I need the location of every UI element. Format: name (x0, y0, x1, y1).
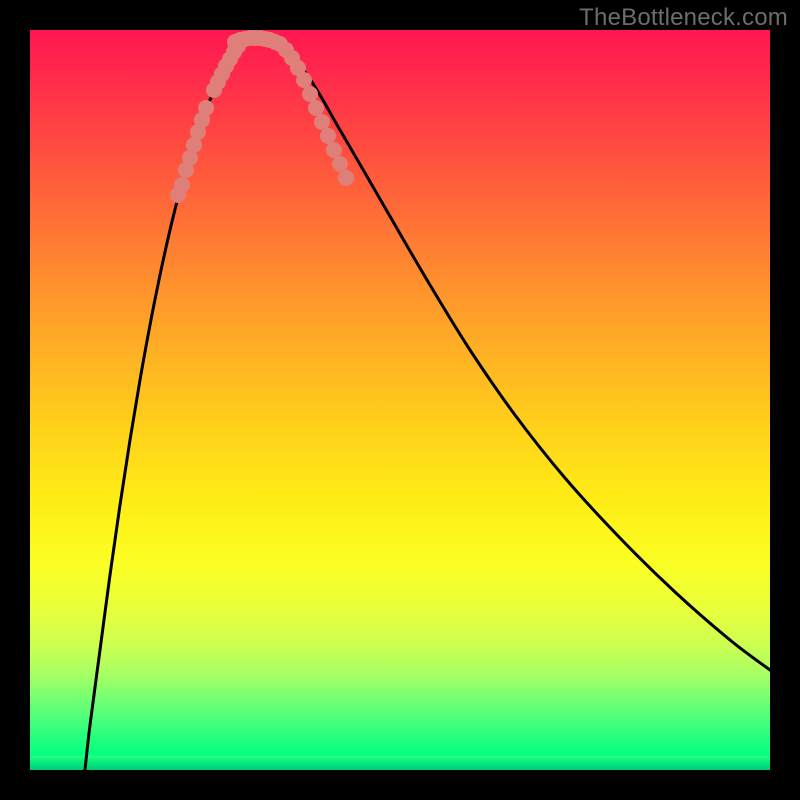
marker-dot (326, 142, 342, 158)
marker-dot (338, 170, 354, 186)
curve-svg (30, 30, 770, 770)
plot-area (30, 30, 770, 770)
watermark-text: TheBottleneck.com (579, 4, 788, 32)
marker-dot (332, 156, 348, 172)
marker-dot (302, 86, 318, 102)
marker-dot (308, 100, 324, 116)
marker-dot (296, 72, 312, 88)
marker-dot (314, 114, 330, 130)
marker-dot (198, 100, 214, 116)
marker-dot (320, 128, 336, 144)
chart-frame: TheBottleneck.com (0, 0, 800, 800)
marker-dot (174, 177, 190, 193)
marker-dots (170, 30, 354, 203)
